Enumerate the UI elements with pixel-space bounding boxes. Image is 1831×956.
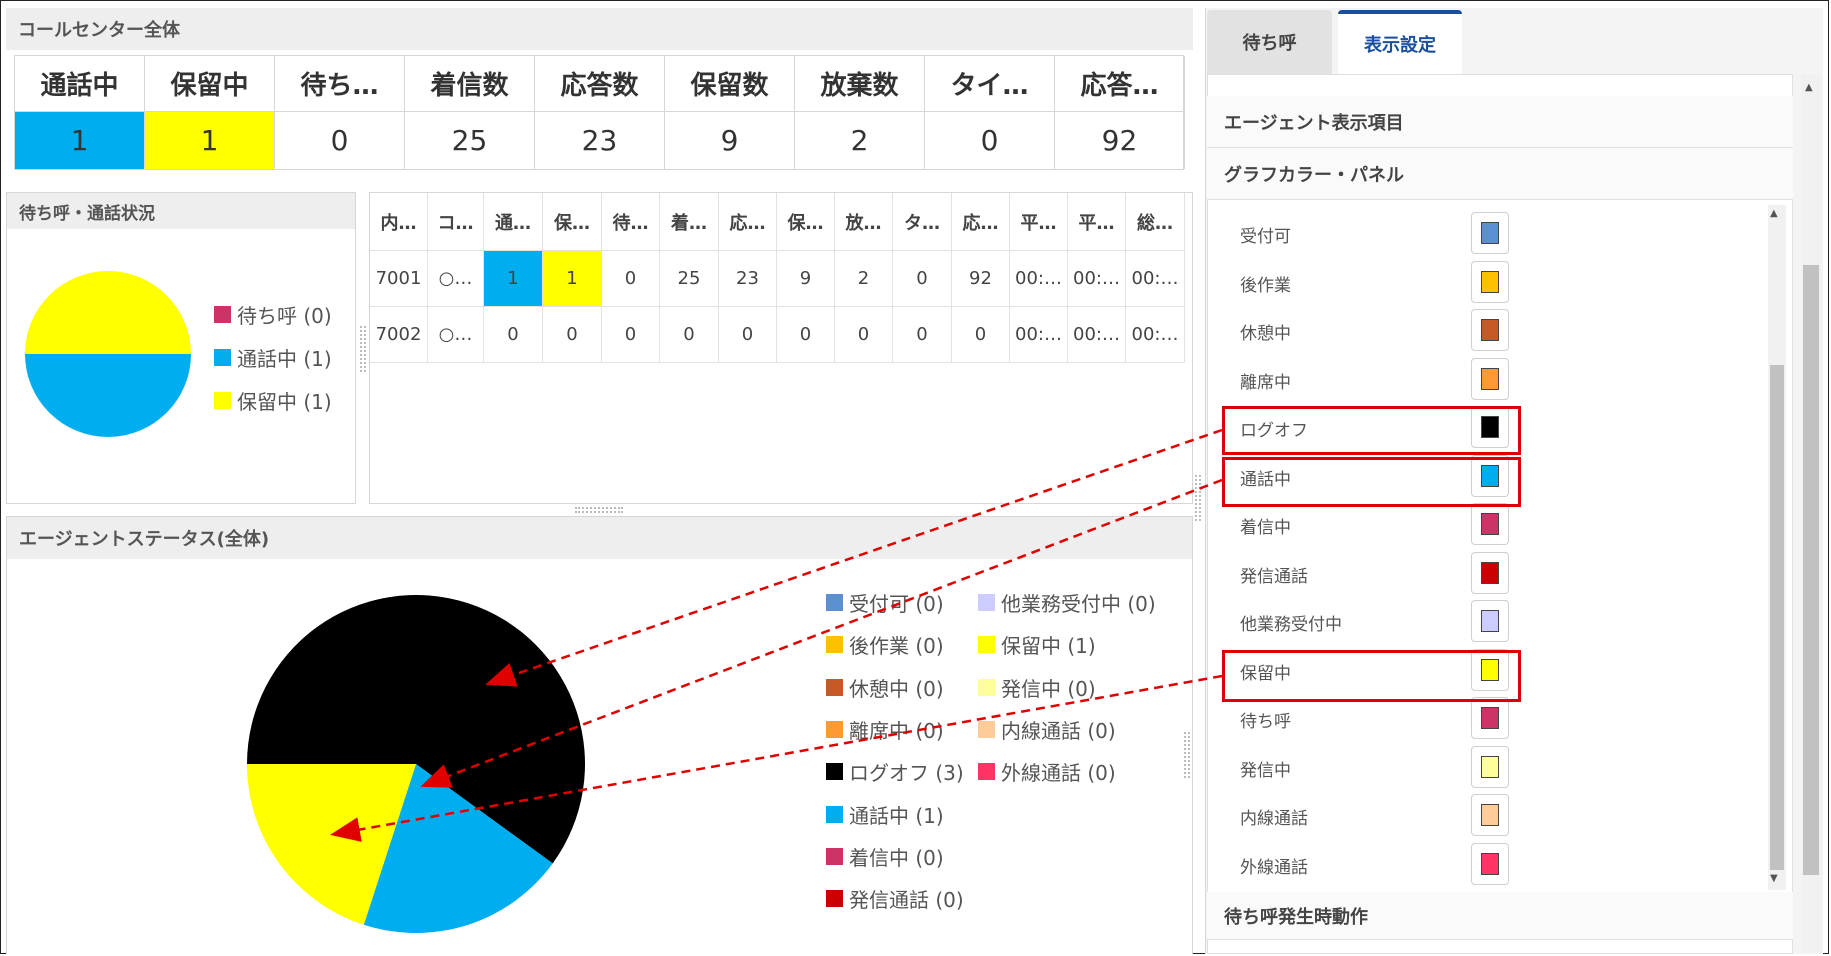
arrow-logoff: [485, 428, 1223, 687]
arrow-hold: [330, 674, 1223, 842]
annotation-arrows: [330, 428, 1223, 842]
arrow-talking: [420, 478, 1223, 788]
